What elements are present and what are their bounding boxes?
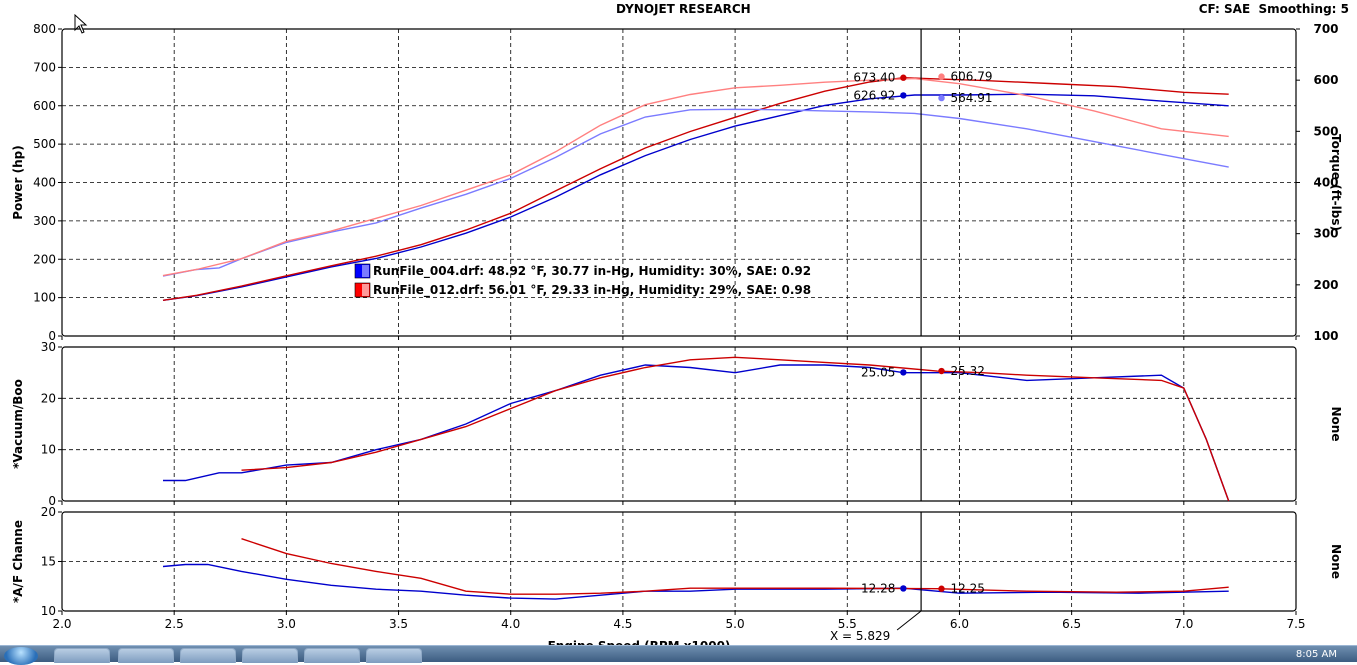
plot-frame <box>61 346 1297 502</box>
dynojet-window: DYNOJET RESEARCH CF: SAE Smoothing: 5 01… <box>0 0 1357 645</box>
y-tick-label: 100 <box>33 291 56 305</box>
cursor-marker <box>938 585 945 592</box>
taskbar: 8:05 AM <box>0 645 1357 665</box>
y2-axis-label: None <box>1329 407 1343 442</box>
y-tick-label: 600 <box>33 99 56 113</box>
x-tick-label: 3.5 <box>389 617 408 631</box>
x-tick-label: 2.5 <box>165 617 184 631</box>
cursor-marker <box>900 369 907 376</box>
y-tick-label: 700 <box>33 60 56 74</box>
legend-entry: RunFile_004.drf: 48.92 °F, 30.77 in-Hg, … <box>373 264 811 279</box>
legend-swatch-light <box>362 284 369 296</box>
y2-tick-label: 700 <box>1313 22 1338 36</box>
legend-entry: RunFile_012.drf: 56.01 °F, 29.33 in-Hg, … <box>373 283 811 298</box>
x-tick-label: 6.5 <box>1062 617 1081 631</box>
mouse-pointer-icon <box>74 14 88 34</box>
cursor-value-label: 626.92 <box>853 88 895 102</box>
cursor-marker <box>900 74 907 81</box>
y-tick-label: 400 <box>33 176 56 190</box>
y-axis-label: *Vacuum/Boo <box>11 379 25 469</box>
x-tick-label: 7.0 <box>1174 617 1193 631</box>
y-tick-label: 10 <box>41 604 56 618</box>
y-tick-label: 20 <box>41 505 56 519</box>
cursor-value-label: 25.05 <box>861 365 895 379</box>
cursor-value-label: 564.91 <box>951 91 993 105</box>
cursor-leader-line <box>896 610 922 631</box>
y-tick-label: 15 <box>41 555 56 569</box>
x-tick-label: 3.0 <box>277 617 296 631</box>
y2-axis-label: None <box>1329 544 1343 579</box>
x-tick-label: 5.0 <box>726 617 745 631</box>
panel-afr: 2.0 2.5 3.0 3.5 4.0 4.5 5.0 5.5 6.0 6.5 7.0 7.51015… <box>11 505 1343 631</box>
cursor-marker <box>938 367 945 375</box>
y2-tick-label: 200 <box>1313 278 1338 292</box>
y-tick-label: 300 <box>33 214 56 228</box>
y-tick-label: 10 <box>41 443 56 457</box>
y-axis-label: *A/F Channe <box>11 520 25 603</box>
y-tick-label: 20 <box>41 391 56 405</box>
y-tick-label: 30 <box>41 340 56 354</box>
panel-boost: 0102030*Vacuum/Boo None25.05 25.32 <box>11 340 1343 508</box>
cursor-marker <box>938 73 945 80</box>
cursor-marker <box>900 92 907 99</box>
y-axis-label: Power (hp) <box>11 145 25 219</box>
dyno-chart[interactable]: 0100200300400500600700800100200300400500… <box>0 0 1357 645</box>
cursor-value-label: 673.40 <box>853 71 895 85</box>
y2-axis-label: Torque (ft-lbs) <box>1329 134 1343 231</box>
y2-tick-label: 100 <box>1313 329 1338 343</box>
clock: 8:05 AM <box>1295 649 1337 660</box>
cursor-value-label: 12.28 <box>861 581 895 595</box>
cursor-marker <box>900 585 907 592</box>
y2-tick-label: 600 <box>1313 73 1338 87</box>
cursor-value-label: 12.25 <box>951 582 985 596</box>
x-tick-label: 4.0 <box>501 617 520 631</box>
x-tick-label: 7.5 <box>1286 617 1305 631</box>
y-tick-label: 800 <box>33 22 56 36</box>
cursor-readout: X = 5.829 <box>830 629 890 643</box>
cursor-marker <box>938 94 945 102</box>
cursor-value-label: 25.32 <box>951 364 985 378</box>
x-tick-label: 6.0 <box>950 617 969 631</box>
cursor-value-label: 606.79 <box>951 70 993 84</box>
x-tick-label: 2.0 <box>52 617 71 631</box>
start-orb-icon[interactable] <box>4 647 38 665</box>
legend-swatch-light <box>362 265 369 277</box>
y-tick-label: 500 <box>33 137 56 151</box>
x-tick-label: 4.5 <box>613 617 632 631</box>
y-tick-label: 200 <box>33 252 56 266</box>
